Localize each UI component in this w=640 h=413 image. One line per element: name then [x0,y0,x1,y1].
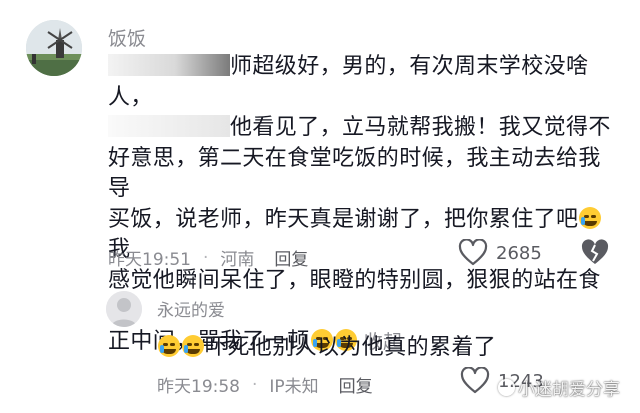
like-count: 2685 [496,242,542,264]
default-avatar-icon [106,291,142,327]
comment-line: 师超级好，男的，有次周末学校没啥人， [108,54,589,110]
separator-dot: · [203,247,209,268]
reply-location: IP未知 [269,377,319,397]
comment-time: 昨天19:51 [108,250,191,270]
reply-author[interactable]: 永远的爱 [157,296,225,321]
reply-button[interactable]: 回复 [339,372,373,397]
watermark-text: 小迷胡爱分享 [518,380,620,400]
watermark-logo-icon [498,379,515,396]
broken-heart-icon [581,239,609,264]
reply-text: 吓死他别人以为他真的累着了 [157,329,496,361]
reply-meta: 昨天19:58 · IP未知 回复 [157,372,373,398]
redacted-block [108,54,230,76]
dislike-button[interactable] [580,237,610,271]
redacted-block [108,115,230,137]
watermark: 小迷胡爱分享 [498,375,620,400]
comment-location: 河南 [220,250,255,270]
laughing-tears-emoji [158,335,180,357]
avatar[interactable] [26,20,82,76]
separator-dot: · [252,374,258,395]
comment-meta: 昨天19:51 · 河南 回复 [108,245,308,271]
like-button[interactable]: 2685 [458,239,542,267]
crying-face-emoji [579,206,602,229]
heart-outline-icon [460,367,490,394]
comment-line: 他看见了，立马就帮我搬！我又觉得不 [108,113,613,144]
heart-outline-icon [458,239,488,266]
laughing-tears-emoji [182,335,204,357]
reply-time: 昨天19:58 [157,377,240,397]
reply-button[interactable]: 回复 [274,245,308,270]
avatar-windmill-image [26,20,82,76]
comment-author[interactable]: 饭饭 [108,24,146,51]
comment-line: 好意思，第二天在食堂吃饭的时候，我主动去给我导 [108,145,601,202]
avatar[interactable] [106,291,142,327]
